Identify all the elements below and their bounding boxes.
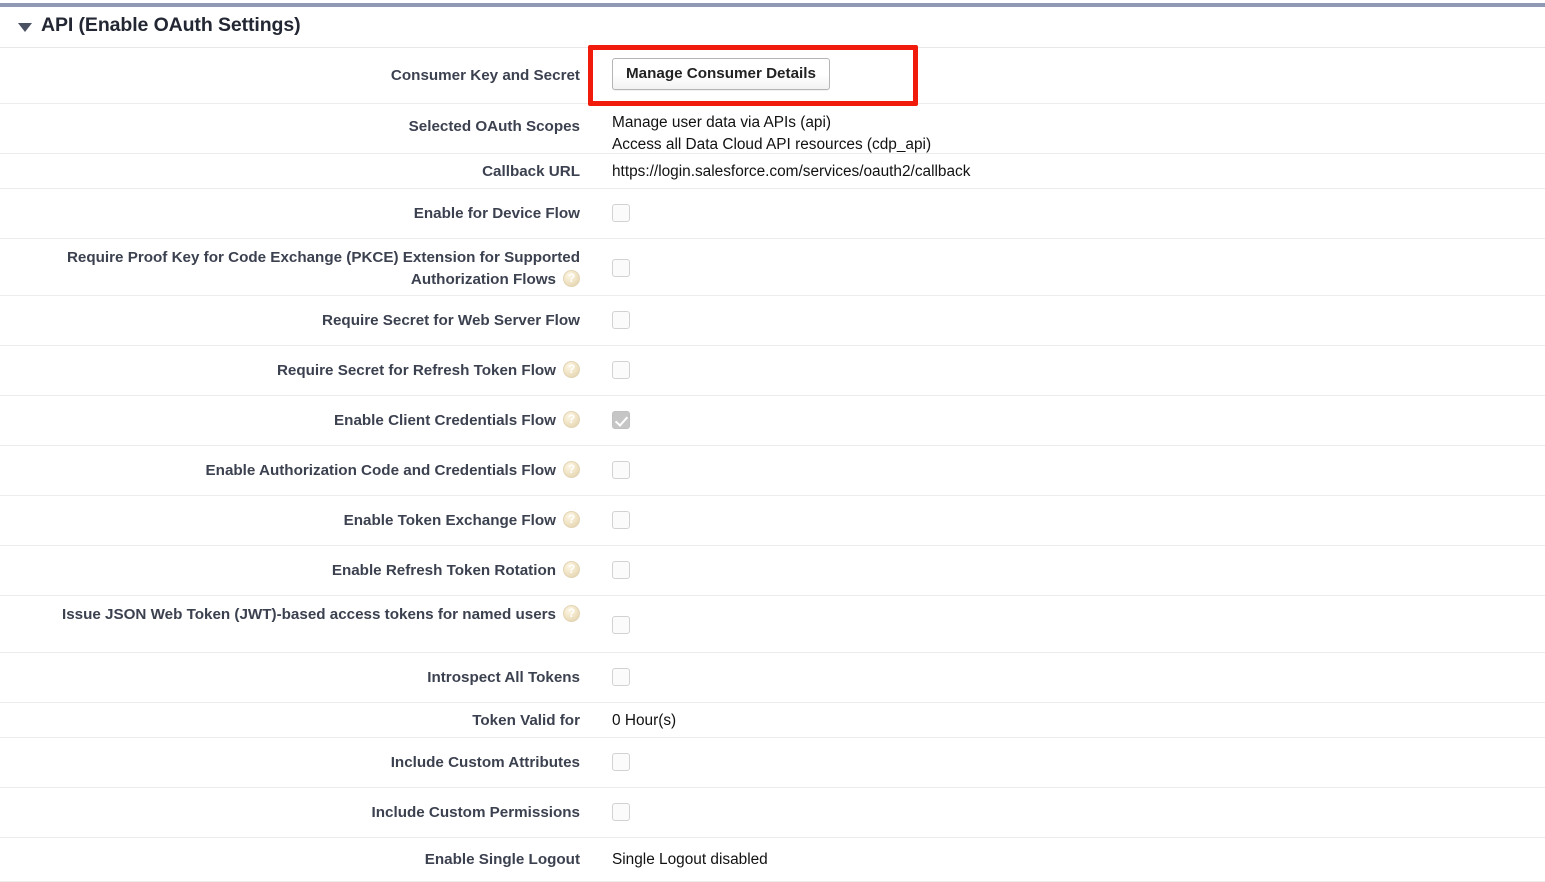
value-text: https://login.salesforce.com/services/oa… <box>612 162 971 180</box>
form-row: Selected OAuth Scopes Manage user data vi… <box>0 104 1545 154</box>
field-label: Require Secret for Web Server Flow <box>0 296 580 332</box>
help-icon[interactable] <box>563 604 580 622</box>
field-label-text: Require Secret for Web Server Flow <box>322 311 580 329</box>
checkbox[interactable] <box>612 361 630 380</box>
field-label-text: Selected OAuth Scopes <box>408 117 580 135</box>
field-value <box>580 239 1545 280</box>
form-row: Require Secret for Web Server Flow <box>0 296 1545 346</box>
oauth-settings-table: Consumer Key and Secret Manage Consumer D… <box>0 48 1545 882</box>
oauth-settings-page: API (Enable OAuth Settings) Consumer Key… <box>0 3 1545 882</box>
field-label: Include Custom Attributes <box>0 738 580 774</box>
field-label-text: Issue JSON Web Token (JWT)-based access … <box>61 605 556 623</box>
checkbox[interactable] <box>612 461 630 480</box>
field-value: Manage user data via APIs (api) Access al… <box>580 104 1545 156</box>
field-value <box>580 346 1545 382</box>
field-label-text: Require Proof Key for Code Exchange (PKC… <box>66 248 580 288</box>
help-icon[interactable] <box>563 410 580 428</box>
checkbox[interactable] <box>612 668 630 687</box>
field-label: Enable Token Exchange Flow <box>0 496 580 532</box>
form-row: Issue JSON Web Token (JWT)-based access … <box>0 596 1545 653</box>
help-icon[interactable] <box>563 460 580 478</box>
field-value <box>580 296 1545 332</box>
field-label: Enable Authorization Code and Credential… <box>0 446 580 482</box>
checkbox[interactable] <box>612 511 630 530</box>
checkbox[interactable] <box>612 259 630 278</box>
field-label: Token Valid for <box>0 703 580 732</box>
field-label-text: Callback URL <box>482 162 580 180</box>
checkbox[interactable] <box>612 411 630 430</box>
field-value <box>580 653 1545 689</box>
checkbox[interactable] <box>612 311 630 330</box>
form-row: Require Proof Key for Code Exchange (PKC… <box>0 239 1545 296</box>
field-label: Selected OAuth Scopes <box>0 104 580 138</box>
field-label: Enable Client Credentials Flow <box>0 396 580 432</box>
form-row: Enable Authorization Code and Credential… <box>0 446 1545 496</box>
page-title: API (Enable OAuth Settings) <box>41 14 301 36</box>
field-value: https://login.salesforce.com/services/oa… <box>580 154 1545 183</box>
value-text: 0 Hour(s) <box>612 711 677 729</box>
field-value <box>580 446 1545 482</box>
field-label-text: Enable Token Exchange Flow <box>343 511 556 529</box>
form-row: Callback URL https://login.salesforce.com… <box>0 154 1545 189</box>
checkbox[interactable] <box>612 803 630 822</box>
field-label-text: Enable Refresh Token Rotation <box>331 561 556 579</box>
checkbox[interactable] <box>612 561 630 580</box>
field-value <box>580 596 1545 637</box>
section-header-api-oauth[interactable]: API (Enable OAuth Settings) <box>0 7 1545 48</box>
field-value: Manage Consumer Details <box>580 48 1545 90</box>
field-label-text: Consumer Key and Secret <box>390 66 580 84</box>
help-icon[interactable] <box>563 269 580 287</box>
help-icon[interactable] <box>563 360 580 378</box>
form-row: Enable Client Credentials Flow <box>0 396 1545 446</box>
field-value <box>580 496 1545 532</box>
manage-consumer-details-button[interactable]: Manage Consumer Details <box>612 57 830 90</box>
field-value: Single Logout disabled <box>580 838 1545 871</box>
field-label: Callback URL <box>0 154 580 183</box>
field-label-text: Token Valid for <box>472 711 580 729</box>
field-label-text: Enable Single Logout <box>424 850 580 868</box>
field-label-text: Introspect All Tokens <box>427 668 580 686</box>
field-label: Require Secret for Refresh Token Flow <box>0 346 580 382</box>
form-row: Enable for Device Flow <box>0 189 1545 239</box>
form-row: Introspect All Tokens <box>0 653 1545 703</box>
value-text: Single Logout disabled <box>612 850 768 868</box>
field-label-text: Enable Client Credentials Flow <box>334 411 556 429</box>
field-value <box>580 189 1545 225</box>
field-label: Include Custom Permissions <box>0 788 580 824</box>
form-row: Include Custom Attributes <box>0 738 1545 788</box>
field-label: Enable Refresh Token Rotation <box>0 546 580 582</box>
form-row: Require Secret for Refresh Token Flow <box>0 346 1545 396</box>
triangle-down-icon[interactable] <box>18 23 32 33</box>
oauth-scope-item: Access all Data Cloud API resources (cdp… <box>612 135 932 153</box>
field-label: Enable Single Logout <box>0 838 580 871</box>
field-value <box>580 546 1545 582</box>
field-value: 0 Hour(s) <box>580 703 1545 732</box>
checkbox[interactable] <box>612 753 630 772</box>
field-label-text: Include Custom Permissions <box>371 803 580 821</box>
help-icon[interactable] <box>563 510 580 528</box>
form-row: Enable Single Logout Single Logout disabl… <box>0 838 1545 882</box>
field-label-text: Enable Authorization Code and Credential… <box>205 461 556 479</box>
field-label-text: Include Custom Attributes <box>390 753 580 771</box>
oauth-scope-item: Manage user data via APIs (api) <box>612 113 832 131</box>
field-label-text: Enable for Device Flow <box>413 204 580 222</box>
checkbox[interactable] <box>612 204 630 223</box>
field-label: Enable for Device Flow <box>0 189 580 225</box>
help-icon[interactable] <box>563 560 580 578</box>
field-label: Require Proof Key for Code Exchange (PKC… <box>0 239 580 291</box>
form-row: Enable Token Exchange Flow <box>0 496 1545 546</box>
field-value <box>580 788 1545 824</box>
field-label: Issue JSON Web Token (JWT)-based access … <box>0 596 580 626</box>
checkbox[interactable] <box>612 616 630 635</box>
field-label: Consumer Key and Secret <box>0 48 580 87</box>
field-label-text: Require Secret for Refresh Token Flow <box>276 361 556 379</box>
form-row: Enable Refresh Token Rotation <box>0 546 1545 596</box>
form-row: Include Custom Permissions <box>0 788 1545 838</box>
form-row: Consumer Key and Secret Manage Consumer D… <box>0 48 1545 104</box>
field-value <box>580 738 1545 774</box>
field-value <box>580 396 1545 432</box>
field-label: Introspect All Tokens <box>0 653 580 689</box>
form-row: Token Valid for 0 Hour(s) <box>0 703 1545 738</box>
